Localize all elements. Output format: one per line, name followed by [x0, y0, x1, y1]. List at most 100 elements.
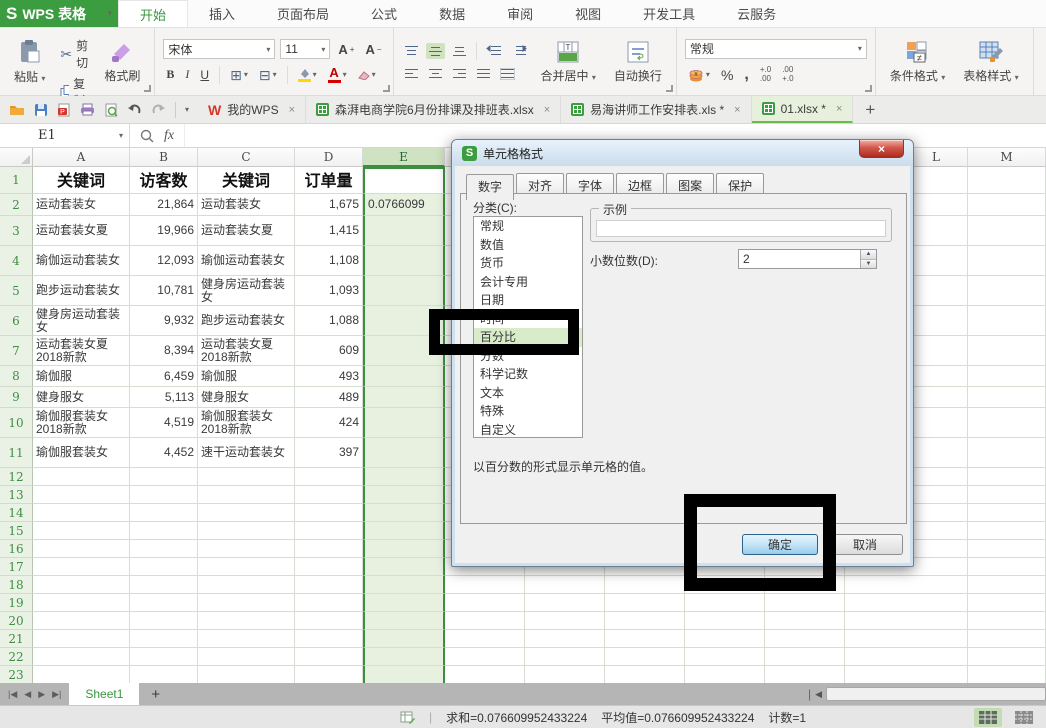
- wrap-text-button[interactable]: 自动换行: [608, 33, 668, 91]
- row-header-5[interactable]: 5: [0, 276, 33, 306]
- cell[interactable]: [130, 468, 198, 486]
- cell[interactable]: [33, 522, 130, 540]
- align-middle-button[interactable]: [426, 43, 445, 59]
- decrease-decimal-button[interactable]: .00+.0: [779, 65, 796, 85]
- cancel-button[interactable]: 取消: [827, 534, 903, 555]
- decimal-places-spinner[interactable]: 2 ▲ ▼: [738, 249, 877, 269]
- cell[interactable]: [905, 336, 968, 366]
- cell[interactable]: [295, 522, 363, 540]
- cell[interactable]: [363, 387, 445, 408]
- cell[interactable]: [198, 594, 295, 612]
- cell[interactable]: [295, 486, 363, 504]
- cell[interactable]: [198, 630, 295, 648]
- select-all-corner[interactable]: [0, 148, 33, 167]
- cell[interactable]: 运动套装女夏: [198, 216, 295, 246]
- cell[interactable]: [905, 306, 968, 336]
- cell[interactable]: [905, 408, 968, 438]
- category-item[interactable]: 日期: [474, 291, 582, 310]
- row-header-22[interactable]: 22: [0, 648, 33, 666]
- cell[interactable]: [968, 194, 1046, 216]
- row-header-12[interactable]: 12: [0, 468, 33, 486]
- file-tab[interactable]: 森湃电商学院6月份排课及排班表.xlsx×: [306, 96, 561, 123]
- row-header-13[interactable]: 13: [0, 486, 33, 504]
- cell[interactable]: [968, 336, 1046, 366]
- page-break-view-button[interactable]: [1010, 708, 1038, 727]
- category-item[interactable]: 特殊: [474, 402, 582, 421]
- cell[interactable]: [295, 576, 363, 594]
- save-button[interactable]: [34, 103, 48, 117]
- row-header-4[interactable]: 4: [0, 246, 33, 276]
- align-bottom-button[interactable]: [450, 43, 469, 59]
- cell[interactable]: [363, 408, 445, 438]
- cell[interactable]: [363, 666, 445, 683]
- column-header-c[interactable]: C: [198, 148, 295, 167]
- category-item[interactable]: 会计专用: [474, 273, 582, 292]
- cell[interactable]: [968, 438, 1046, 468]
- prev-sheet-button[interactable]: ◀: [24, 689, 31, 700]
- column-header-m[interactable]: M: [968, 148, 1046, 167]
- cell[interactable]: [968, 387, 1046, 408]
- decrease-indent-button[interactable]: [484, 43, 504, 59]
- cell[interactable]: [130, 648, 198, 666]
- column-header-a[interactable]: A: [33, 148, 130, 167]
- cell[interactable]: [130, 666, 198, 683]
- cell[interactable]: [198, 576, 295, 594]
- cell[interactable]: [198, 558, 295, 576]
- add-sheet-button[interactable]: +: [139, 683, 172, 705]
- menu-item[interactable]: 页面布局: [256, 0, 350, 27]
- comma-format-button[interactable]: ,: [741, 65, 751, 85]
- cell[interactable]: [363, 522, 445, 540]
- cell[interactable]: [968, 558, 1046, 576]
- cell[interactable]: [968, 648, 1046, 666]
- cell[interactable]: 瑜伽服套装女2018新款: [198, 408, 295, 438]
- category-item[interactable]: 自定义: [474, 421, 582, 439]
- menu-item[interactable]: 开始: [118, 0, 188, 27]
- cell[interactable]: [33, 630, 130, 648]
- cell[interactable]: [445, 594, 905, 612]
- cell[interactable]: 运动套装女: [33, 194, 130, 216]
- borders-button[interactable]: ⊞▾: [227, 67, 251, 83]
- decrease-font-button[interactable]: A−: [362, 42, 384, 57]
- cell[interactable]: 瑜伽服套装女: [33, 438, 130, 468]
- decimal-places-value[interactable]: 2: [739, 250, 860, 268]
- underline-button[interactable]: U: [197, 67, 212, 83]
- cell[interactable]: [968, 594, 1046, 612]
- spin-up-button[interactable]: ▲: [861, 250, 876, 260]
- cell[interactable]: [130, 504, 198, 522]
- cell[interactable]: [363, 468, 445, 486]
- row-header-15[interactable]: 15: [0, 522, 33, 540]
- horizontal-scrollbar[interactable]: [826, 687, 1046, 701]
- cell[interactable]: [905, 468, 968, 486]
- cell[interactable]: [968, 486, 1046, 504]
- cell[interactable]: [968, 366, 1046, 387]
- scroll-left-button[interactable]: ◀: [815, 689, 822, 700]
- cell[interactable]: [198, 486, 295, 504]
- sheet-tab-sheet1[interactable]: Sheet1: [69, 683, 139, 705]
- cell[interactable]: [363, 276, 445, 306]
- cell[interactable]: [445, 648, 905, 666]
- file-tab[interactable]: W我的WPS×: [198, 96, 306, 123]
- cell[interactable]: [130, 540, 198, 558]
- cell[interactable]: [905, 504, 968, 522]
- cell[interactable]: [363, 216, 445, 246]
- row-header-2[interactable]: 2: [0, 194, 33, 216]
- row-header-10[interactable]: 10: [0, 408, 33, 438]
- paste-button[interactable]: 粘贴 ▾: [8, 33, 51, 91]
- currency-format-button[interactable]: ¥▾: [685, 67, 713, 83]
- cell[interactable]: [968, 216, 1046, 246]
- cell[interactable]: 9,932: [130, 306, 198, 336]
- cell[interactable]: 12,093: [130, 246, 198, 276]
- cell[interactable]: 运动套装女: [198, 194, 295, 216]
- number-format-select[interactable]: 常规▾: [685, 39, 867, 59]
- cell[interactable]: [363, 612, 445, 630]
- cell[interactable]: [295, 594, 363, 612]
- row-header-6[interactable]: 6: [0, 306, 33, 336]
- cell[interactable]: [968, 167, 1046, 194]
- cell[interactable]: [905, 540, 968, 558]
- column-header-d[interactable]: D: [295, 148, 363, 167]
- menu-item[interactable]: 开发工具: [622, 0, 716, 27]
- spin-down-button[interactable]: ▼: [861, 260, 876, 269]
- italic-button[interactable]: I: [182, 66, 192, 83]
- cell[interactable]: [445, 576, 905, 594]
- cell[interactable]: [33, 558, 130, 576]
